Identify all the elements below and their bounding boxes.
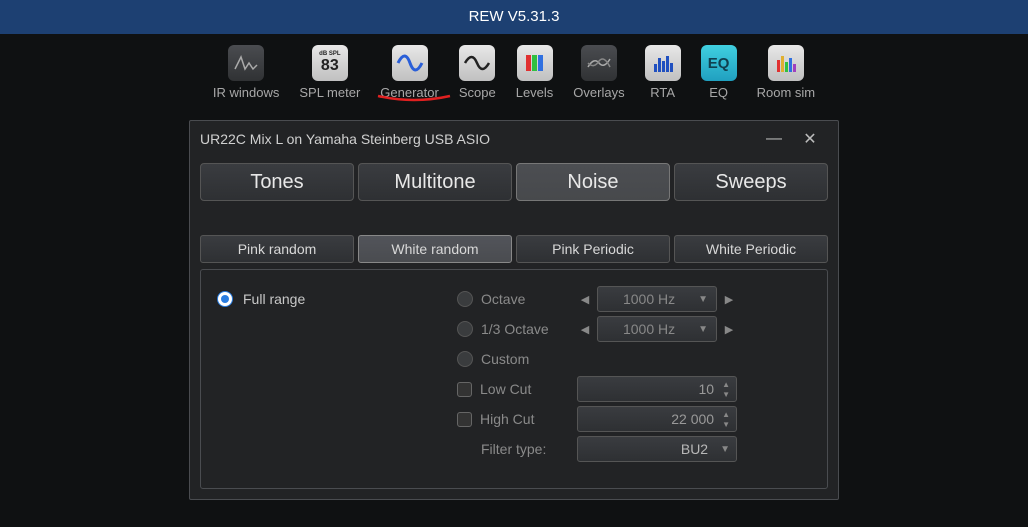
octave-next[interactable]: ▶ [721, 286, 737, 312]
room-sim-icon [768, 45, 804, 81]
app-titlebar: REW V5.31.3 [0, 0, 1028, 34]
subtab-pink-random[interactable]: Pink random [200, 235, 354, 263]
lowcut-spinner[interactable]: ▲▼ [722, 380, 730, 399]
toolbar-room-sim[interactable]: Room sim [757, 45, 816, 100]
noise-panel: Full range Octave ◀ 1000 Hz ▼ ▶ 1/3 Octa… [200, 269, 828, 489]
scope-icon [459, 45, 495, 81]
radio-third-octave[interactable] [457, 321, 473, 337]
window-title: UR22C Mix L on Yamaha Steinberg USB ASIO [200, 131, 490, 147]
third-prev[interactable]: ◀ [577, 316, 593, 342]
octave-prev[interactable]: ◀ [577, 286, 593, 312]
toolbar-scope[interactable]: Scope [459, 45, 496, 100]
window-header: UR22C Mix L on Yamaha Steinberg USB ASIO… [190, 121, 838, 157]
radio-custom[interactable] [457, 351, 473, 367]
filter-type-dropdown[interactable]: BU2 ▼ [577, 436, 737, 462]
tab-noise[interactable]: Noise [516, 163, 670, 201]
checkbox-highcut[interactable] [457, 412, 472, 427]
ir-windows-icon [228, 45, 264, 81]
subtab-pink-periodic[interactable]: Pink Periodic [516, 235, 670, 263]
subtab-white-periodic[interactable]: White Periodic [674, 235, 828, 263]
toolbar-rta[interactable]: RTA [645, 45, 681, 100]
tab-tones[interactable]: Tones [200, 163, 354, 201]
minimize-button[interactable]: — [756, 130, 792, 148]
label-custom: Custom [481, 351, 529, 367]
radio-octave[interactable] [457, 291, 473, 307]
tab-sweeps[interactable]: Sweeps [674, 163, 828, 201]
eq-icon: EQ [701, 45, 737, 81]
label-octave: Octave [481, 291, 525, 307]
toolbar-spl-meter[interactable]: dB SPL 83 SPL meter [299, 45, 360, 100]
noise-sub-tabs: Pink random White random Pink Periodic W… [200, 235, 828, 263]
toolbar-ir-windows[interactable]: IR windows [213, 45, 279, 100]
rta-icon [645, 45, 681, 81]
toolbar-overlays[interactable]: Overlays [573, 45, 624, 100]
label-third-octave: 1/3 Octave [481, 321, 549, 337]
octave-dropdown[interactable]: 1000 Hz ▼ [597, 286, 717, 312]
toolbar-eq[interactable]: EQ EQ [701, 45, 737, 100]
close-button[interactable]: ✕ [792, 129, 828, 149]
generator-window: UR22C Mix L on Yamaha Steinberg USB ASIO… [189, 120, 839, 500]
levels-icon [517, 45, 553, 81]
label-lowcut: Low Cut [480, 381, 531, 397]
chevron-down-icon: ▼ [720, 444, 730, 455]
toolbar-levels[interactable]: Levels [516, 45, 554, 100]
highcut-input[interactable]: 22 000 ▲▼ [577, 406, 737, 432]
checkbox-lowcut[interactable] [457, 382, 472, 397]
lowcut-input[interactable]: 10 ▲▼ [577, 376, 737, 402]
chevron-down-icon: ▼ [698, 294, 708, 305]
toolbar-generator[interactable]: Generator [380, 45, 439, 100]
main-toolbar: IR windows dB SPL 83 SPL meter Generator… [0, 34, 1028, 104]
third-next[interactable]: ▶ [721, 316, 737, 342]
highcut-spinner[interactable]: ▲▼ [722, 410, 730, 429]
label-filter-type: Filter type: [481, 441, 546, 457]
third-dropdown[interactable]: 1000 Hz ▼ [597, 316, 717, 342]
generator-icon [392, 45, 428, 81]
label-highcut: High Cut [480, 411, 534, 427]
tab-multitone[interactable]: Multitone [358, 163, 512, 201]
spl-meter-icon: dB SPL 83 [312, 45, 348, 81]
overlays-icon [581, 45, 617, 81]
label-full-range: Full range [243, 291, 305, 307]
app-title: REW V5.31.3 [469, 8, 560, 25]
main-tabs: Tones Multitone Noise Sweeps [190, 157, 838, 201]
chevron-down-icon: ▼ [698, 324, 708, 335]
radio-full-range[interactable] [217, 291, 233, 307]
subtab-white-random[interactable]: White random [358, 235, 512, 263]
